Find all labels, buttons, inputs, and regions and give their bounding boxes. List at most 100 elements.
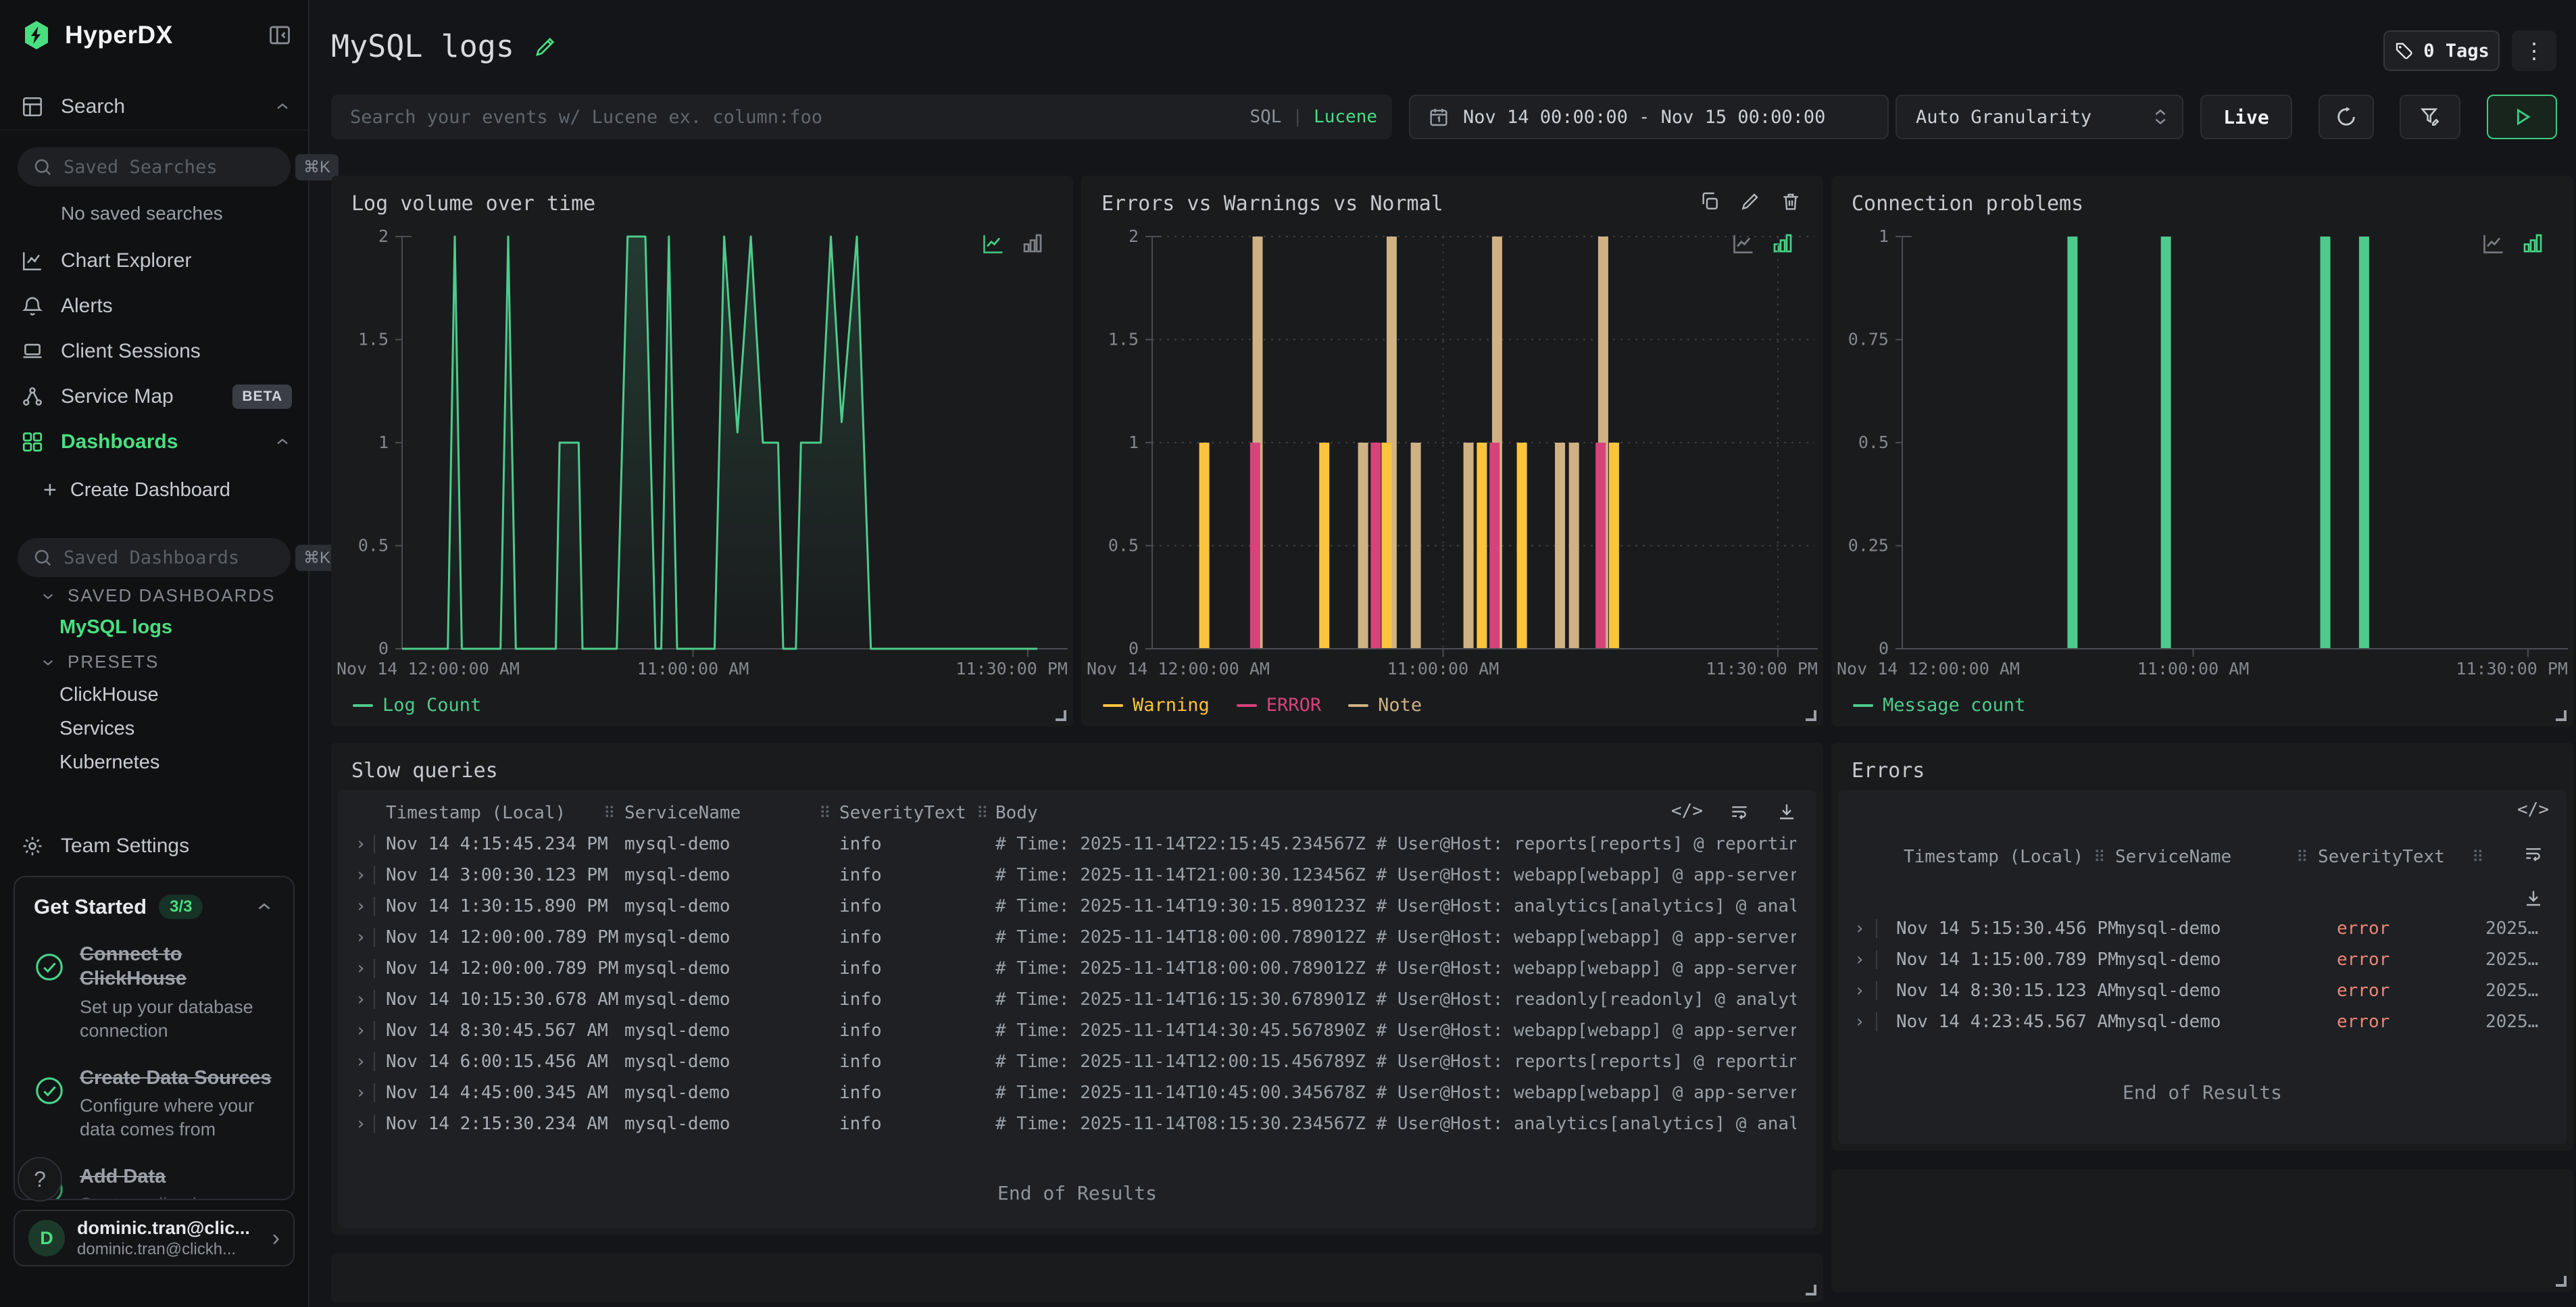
presets-section[interactable]: PRESETS bbox=[39, 651, 159, 672]
saved-searches-input[interactable] bbox=[64, 157, 295, 178]
table-cell: info bbox=[839, 834, 882, 854]
legend-swatch bbox=[353, 704, 373, 707]
saved-dashboards-input[interactable] bbox=[64, 547, 295, 568]
table-row[interactable]: ›Nov 14 8:30:15.123 AMmysql-demoerror202… bbox=[1838, 975, 2567, 1006]
drag-handle-icon[interactable]: ⠿ bbox=[819, 804, 831, 822]
resize-corner[interactable] bbox=[2556, 1276, 2567, 1287]
dashboard-menu-button[interactable]: ⋮ bbox=[2512, 30, 2556, 71]
chevron-right-icon: › bbox=[272, 1225, 280, 1252]
drag-handle-icon[interactable]: ⠿ bbox=[2296, 847, 2308, 866]
saved-searches-search[interactable]: ⌘K bbox=[18, 147, 291, 187]
legend-item[interactable]: Log Count bbox=[353, 695, 481, 716]
drag-handle-icon[interactable]: ⠿ bbox=[2094, 847, 2106, 866]
table-row[interactable]: ›Nov 14 8:30:45.567 AMmysql-demoinfo# Ti… bbox=[338, 1015, 1816, 1046]
download-icon[interactable] bbox=[2517, 887, 2549, 909]
column-header[interactable]: ServiceName bbox=[624, 803, 741, 823]
legend-item[interactable]: Message count bbox=[1853, 695, 2025, 716]
saved-dashboards-search[interactable]: ⌘K bbox=[18, 538, 291, 577]
sidebar-item-alerts[interactable]: Alerts bbox=[20, 286, 292, 326]
saved-dashboards-section[interactable]: SAVED DASHBOARDS bbox=[39, 585, 275, 606]
shortcut-badge: ⌘K bbox=[295, 154, 339, 180]
drag-handle-icon[interactable]: ⠿ bbox=[976, 804, 989, 822]
svg-text:0.5: 0.5 bbox=[1108, 536, 1139, 556]
table-row[interactable]: ›Nov 14 6:00:15.456 AMmysql-demoinfo# Ti… bbox=[338, 1046, 1816, 1077]
run-query-button[interactable] bbox=[2487, 95, 2557, 139]
user-name: dominic.tran@clic... bbox=[77, 1218, 250, 1239]
sidebar-item-chart-explorer[interactable]: Chart Explorer bbox=[20, 241, 292, 281]
chevron-up-icon[interactable] bbox=[254, 897, 274, 917]
resize-corner[interactable] bbox=[1806, 1285, 1816, 1296]
sidebar-preset-kubernetes[interactable]: Kubernetes bbox=[59, 751, 159, 774]
column-header[interactable]: Timestamp (Local) bbox=[1904, 847, 2083, 867]
legend-item[interactable]: ERROR bbox=[1237, 695, 1321, 716]
language-sql[interactable]: SQL bbox=[1249, 107, 1281, 127]
event-search-input[interactable] bbox=[350, 107, 1249, 128]
legend-item[interactable]: Note bbox=[1348, 695, 1422, 716]
sidebar-item-dashboards[interactable]: Dashboards bbox=[20, 422, 292, 462]
sidebar-collapse-icon[interactable] bbox=[268, 23, 292, 47]
create-dashboard-button[interactable]: + Create Dashboard bbox=[43, 473, 230, 507]
sidebar-item-search[interactable]: Search bbox=[20, 87, 292, 127]
table-row[interactable]: ›Nov 14 1:15:00.789 PMmysql-demoerror202… bbox=[1838, 944, 2567, 975]
get-started-step-add-data[interactable]: Add Data Start sending logs, metrics, or… bbox=[34, 1164, 274, 1200]
table-row[interactable]: ›Nov 14 4:15:45.234 PMmysql-demoinfo# Ti… bbox=[338, 829, 1816, 860]
drag-handle-icon[interactable]: ⠿ bbox=[2472, 847, 2484, 866]
sidebar-item-client-sessions[interactable]: Client Sessions bbox=[20, 331, 292, 372]
sidebar-preset-services[interactable]: Services bbox=[59, 718, 134, 740]
resize-corner[interactable] bbox=[1806, 710, 1816, 721]
user-menu[interactable]: D dominic.tran@clic... dominic.tran@clic… bbox=[14, 1210, 295, 1266]
resize-corner[interactable] bbox=[2556, 710, 2567, 721]
column-header[interactable]: SeverityText bbox=[839, 803, 966, 823]
live-button[interactable]: Live bbox=[2200, 95, 2292, 139]
get-started-step-sources[interactable]: Create Data Sources Configure where your… bbox=[34, 1066, 274, 1141]
column-header[interactable]: SeverityText bbox=[2318, 847, 2445, 867]
get-started-step-connect[interactable]: Connect to ClickHouse Set up your databa… bbox=[34, 942, 274, 1043]
help-button[interactable]: ? bbox=[18, 1157, 62, 1202]
legend-label: Note bbox=[1378, 695, 1422, 716]
legend-item[interactable]: Warning bbox=[1103, 695, 1210, 716]
table-row[interactable]: ›Nov 14 3:00:30.123 PMmysql-demoinfo# Ti… bbox=[338, 860, 1816, 891]
table-row[interactable]: ›Nov 14 12:00:00.789 PMmysql-demoinfo# T… bbox=[338, 922, 1816, 953]
table-row[interactable]: ›Nov 14 4:23:45.567 AMmysql-demoerror202… bbox=[1838, 1006, 2567, 1037]
refresh-button[interactable] bbox=[2319, 95, 2374, 139]
table-cell: mysql-demo bbox=[624, 865, 730, 885]
table-row[interactable]: ›Nov 14 10:15:30.678 AMmysql-demoinfo# T… bbox=[338, 984, 1816, 1015]
delete-panel-icon[interactable] bbox=[1780, 191, 1802, 212]
sidebar-item-service-map[interactable]: Service Map BETA bbox=[20, 376, 292, 417]
row-expand-chevron: › bbox=[1854, 950, 1865, 970]
language-lucene[interactable]: Lucene bbox=[1314, 107, 1377, 127]
drag-handle-icon[interactable]: ⠿ bbox=[603, 804, 616, 822]
chart-legend: Message count bbox=[1853, 695, 2025, 716]
table-row[interactable]: ›Nov 14 2:15:30.234 AMmysql-demoinfo# Ti… bbox=[338, 1108, 1816, 1139]
log-volume-chart[interactable]: 00.511.52Nov 14 12:00:00 AM11:00:00 AM11… bbox=[331, 216, 1073, 689]
sidebar-dashboard-mysql-logs[interactable]: MySQL logs bbox=[59, 616, 172, 639]
table-row[interactable]: ›Nov 14 4:45:00.345 AMmysql-demoinfo# Ti… bbox=[338, 1077, 1816, 1108]
tags-button[interactable]: 0 Tags bbox=[2383, 30, 2500, 71]
connection-problems-chart[interactable]: 00.250.50.751Nov 14 12:00:00 AM11:00:00 … bbox=[1831, 216, 2573, 689]
table-row[interactable]: ›Nov 14 5:15:30.456 PMmysql-demoerror202… bbox=[1838, 913, 2567, 944]
column-header[interactable]: ServiceName bbox=[2115, 847, 2231, 867]
avatar: D bbox=[28, 1220, 65, 1256]
edit-panel-icon[interactable] bbox=[1739, 191, 1761, 212]
edit-title-pencil-icon[interactable] bbox=[533, 34, 558, 59]
table-row[interactable]: ›Nov 14 1:30:15.890 PMmysql-demoinfo# Ti… bbox=[338, 891, 1816, 922]
panel-title: Connection problems bbox=[1852, 192, 2083, 216]
svg-text:11:00:00 AM: 11:00:00 AM bbox=[1387, 659, 1500, 679]
duplicate-panel-icon[interactable] bbox=[1699, 191, 1720, 212]
errors-warnings-chart[interactable]: 00.511.52Nov 14 12:00:00 AM11:00:00 AM11… bbox=[1081, 216, 1823, 689]
resize-corner[interactable] bbox=[1056, 710, 1066, 721]
table-cell: Nov 14 8:30:45.567 AM bbox=[386, 1020, 608, 1041]
code-icon[interactable]: </> bbox=[2517, 799, 2549, 820]
table-cell: info bbox=[839, 927, 882, 947]
table-row[interactable]: ›Nov 14 12:00:00.789 PMmysql-demoinfo# T… bbox=[338, 953, 1816, 984]
date-range-picker[interactable]: Nov 14 00:00:00 - Nov 15 00:00:00 bbox=[1409, 95, 1889, 139]
legend-swatch bbox=[1348, 704, 1368, 707]
granularity-select[interactable]: Auto Granularity bbox=[1896, 95, 2183, 139]
column-header[interactable]: Body bbox=[995, 803, 1038, 823]
filter-icon bbox=[2419, 105, 2442, 128]
sidebar-preset-clickhouse[interactable]: ClickHouse bbox=[59, 684, 159, 706]
row-divider bbox=[374, 959, 375, 978]
column-header[interactable]: Timestamp (Local) bbox=[386, 803, 566, 823]
sidebar-item-team-settings[interactable]: Team Settings bbox=[20, 826, 292, 866]
filter-button[interactable] bbox=[2400, 95, 2460, 139]
